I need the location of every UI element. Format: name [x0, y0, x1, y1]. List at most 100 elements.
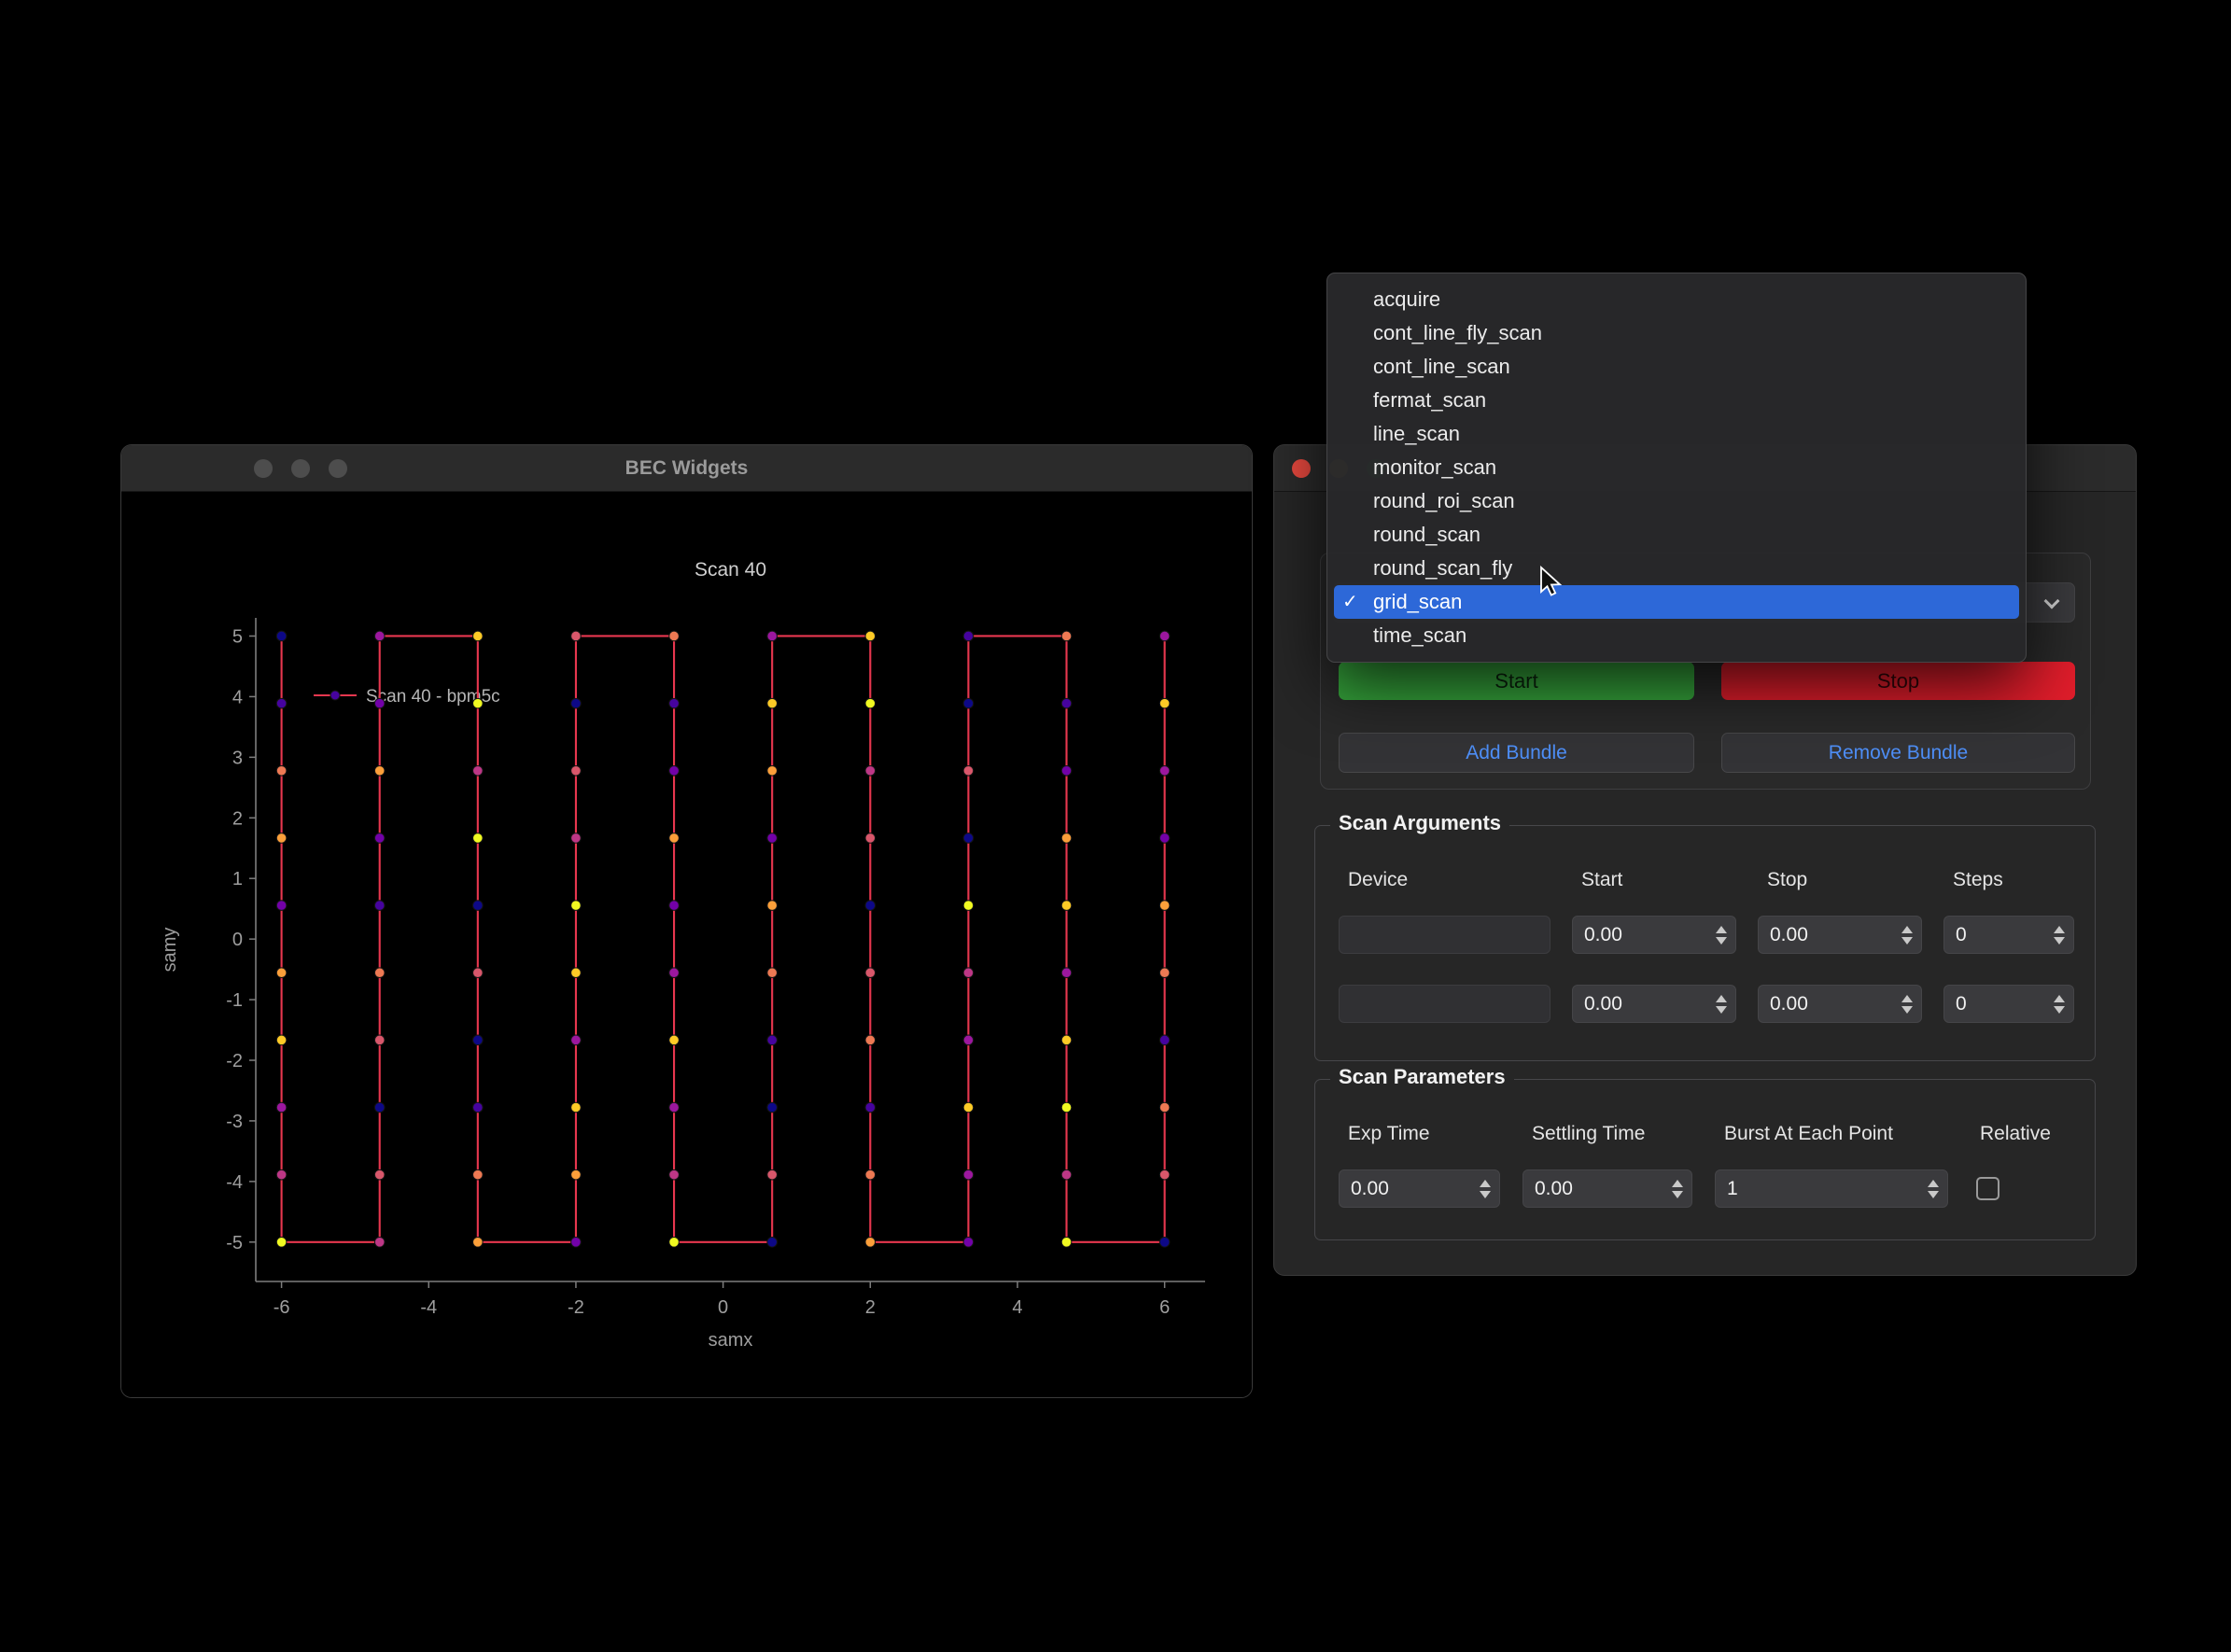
- steps-spinbox-1[interactable]: 0: [1943, 916, 2074, 954]
- desktop: BEC Widgets -6-4-20246543210-1-2-3-4-5Sc…: [0, 0, 2231, 1652]
- header-exp-time: Exp Time: [1339, 1123, 1500, 1145]
- scan-arguments-headers: Device Start Stop Steps: [1339, 869, 2071, 891]
- start-button[interactable]: Start: [1339, 662, 1694, 700]
- spin-down-icon[interactable]: [1716, 1006, 1727, 1014]
- bec-widgets-window: BEC Widgets -6-4-20246543210-1-2-3-4-5Sc…: [120, 444, 1253, 1398]
- svg-text:samx: samx: [709, 1330, 753, 1351]
- menu-item-grid_scan[interactable]: ✓grid_scan: [1334, 585, 2019, 619]
- spin-down-icon[interactable]: [2054, 1006, 2065, 1014]
- svg-text:-2: -2: [568, 1297, 584, 1318]
- svg-text:5: 5: [232, 626, 243, 647]
- menu-item-label: acquire: [1373, 283, 1440, 316]
- scan-parameters-row: 0.00 0.00 1: [1339, 1169, 2071, 1208]
- menu-item-round_roi_scan[interactable]: round_roi_scan: [1334, 484, 2019, 518]
- checkmark-icon: ✓: [1342, 585, 1373, 619]
- menu-item-label: round_scan_fly: [1373, 552, 1512, 585]
- header-start: Start: [1572, 869, 1736, 891]
- scan-argument-row: 0.00 0.00 0: [1339, 916, 2071, 954]
- svg-text:samy: samy: [160, 928, 180, 973]
- spin-up-icon[interactable]: [1716, 995, 1727, 1002]
- menu-item-label: line_scan: [1373, 417, 1460, 451]
- svg-text:6: 6: [1159, 1297, 1170, 1318]
- menu-item-label: round_scan: [1373, 518, 1480, 552]
- exp-time-spinbox[interactable]: 0.00: [1339, 1169, 1500, 1208]
- stop-button[interactable]: Stop: [1721, 662, 2075, 700]
- spin-up-icon[interactable]: [1716, 926, 1727, 933]
- svg-text:-6: -6: [274, 1297, 290, 1318]
- window-title: BEC Widgets: [121, 445, 1252, 492]
- svg-text:-1: -1: [226, 990, 243, 1011]
- menu-item-label: monitor_scan: [1373, 451, 1496, 484]
- menu-item-round_scan[interactable]: round_scan: [1334, 518, 2019, 552]
- header-steps: Steps: [1943, 869, 2074, 891]
- scan-arguments-group: Scan Arguments Device Start Stop Steps 0…: [1314, 825, 2096, 1061]
- svg-text:4: 4: [1012, 1297, 1022, 1318]
- menu-item-monitor_scan[interactable]: monitor_scan: [1334, 451, 2019, 484]
- chevron-down-icon: [2044, 594, 2060, 609]
- header-stop: Stop: [1758, 869, 1922, 891]
- svg-text:2: 2: [865, 1297, 876, 1318]
- menu-item-label: time_scan: [1373, 619, 1466, 652]
- svg-text:0: 0: [232, 930, 243, 950]
- settling-time-spinbox[interactable]: 0.00: [1522, 1169, 1692, 1208]
- plot-area: -6-4-20246543210-1-2-3-4-5Scan 40samxsam…: [121, 492, 1252, 1397]
- svg-text:0: 0: [718, 1297, 728, 1318]
- spin-up-icon[interactable]: [1901, 995, 1913, 1002]
- spin-up-icon[interactable]: [1672, 1180, 1683, 1187]
- device-input-2[interactable]: [1339, 985, 1550, 1023]
- menu-item-fermat_scan[interactable]: fermat_scan: [1334, 384, 2019, 417]
- stop-spinbox-2[interactable]: 0.00: [1758, 985, 1922, 1023]
- menu-item-acquire[interactable]: acquire: [1334, 283, 2019, 316]
- menu-item-cont_line_scan[interactable]: cont_line_scan: [1334, 350, 2019, 384]
- header-burst: Burst At Each Point: [1715, 1123, 1948, 1145]
- svg-text:4: 4: [232, 687, 243, 707]
- add-bundle-button[interactable]: Add Bundle: [1339, 733, 1694, 773]
- scan-parameters-headers: Exp Time Settling Time Burst At Each Poi…: [1339, 1123, 2071, 1145]
- left-titlebar: BEC Widgets: [121, 445, 1252, 492]
- header-device: Device: [1339, 869, 1550, 891]
- spin-up-icon[interactable]: [1928, 1180, 1939, 1187]
- svg-text:-3: -3: [226, 1112, 243, 1132]
- spin-down-icon[interactable]: [2054, 937, 2065, 945]
- menu-item-label: cont_line_scan: [1373, 350, 1510, 384]
- stop-spinbox-1[interactable]: 0.00: [1758, 916, 1922, 954]
- svg-text:-2: -2: [226, 1051, 243, 1071]
- spin-down-icon[interactable]: [1716, 937, 1727, 945]
- menu-item-cont_line_fly_scan[interactable]: cont_line_fly_scan: [1334, 316, 2019, 350]
- spin-up-icon[interactable]: [2054, 995, 2065, 1002]
- scan-plot: -6-4-20246543210-1-2-3-4-5Scan 40samxsam…: [121, 492, 1252, 1397]
- device-input-1[interactable]: [1339, 916, 1550, 954]
- menu-item-time_scan[interactable]: time_scan: [1334, 619, 2019, 652]
- menu-item-label: cont_line_fly_scan: [1373, 316, 1542, 350]
- start-spinbox-2[interactable]: 0.00: [1572, 985, 1736, 1023]
- spin-up-icon[interactable]: [1480, 1180, 1491, 1187]
- spin-down-icon[interactable]: [1928, 1191, 1939, 1198]
- menu-item-label: round_roi_scan: [1373, 484, 1515, 518]
- svg-text:-4: -4: [420, 1297, 437, 1318]
- burst-spinbox[interactable]: 1: [1715, 1169, 1948, 1208]
- spin-up-icon[interactable]: [2054, 926, 2065, 933]
- menu-item-round_scan_fly[interactable]: round_scan_fly: [1334, 552, 2019, 585]
- group-title: Scan Arguments: [1330, 811, 1509, 835]
- spin-down-icon[interactable]: [1480, 1191, 1491, 1198]
- start-spinbox-1[interactable]: 0.00: [1572, 916, 1736, 954]
- menu-item-line_scan[interactable]: line_scan: [1334, 417, 2019, 451]
- group-title: Scan Parameters: [1330, 1065, 1514, 1089]
- svg-text:Scan 40: Scan 40: [695, 559, 766, 581]
- spin-down-icon[interactable]: [1672, 1191, 1683, 1198]
- remove-bundle-button[interactable]: Remove Bundle: [1721, 733, 2075, 773]
- svg-text:1: 1: [232, 869, 243, 889]
- svg-text:-5: -5: [226, 1233, 243, 1253]
- spin-down-icon[interactable]: [1901, 937, 1913, 945]
- scan-argument-row: 0.00 0.00 0: [1339, 985, 2071, 1023]
- svg-text:3: 3: [232, 748, 243, 768]
- menu-item-label: fermat_scan: [1373, 384, 1486, 417]
- spin-up-icon[interactable]: [1901, 926, 1913, 933]
- header-relative: Relative: [1971, 1123, 2071, 1145]
- steps-spinbox-2[interactable]: 0: [1943, 985, 2074, 1023]
- close-button[interactable]: [1292, 459, 1311, 478]
- svg-text:2: 2: [232, 808, 243, 829]
- spin-down-icon[interactable]: [1901, 1006, 1913, 1014]
- scan-parameters-group: Scan Parameters Exp Time Settling Time B…: [1314, 1079, 2096, 1240]
- relative-checkbox[interactable]: [1976, 1177, 1999, 1200]
